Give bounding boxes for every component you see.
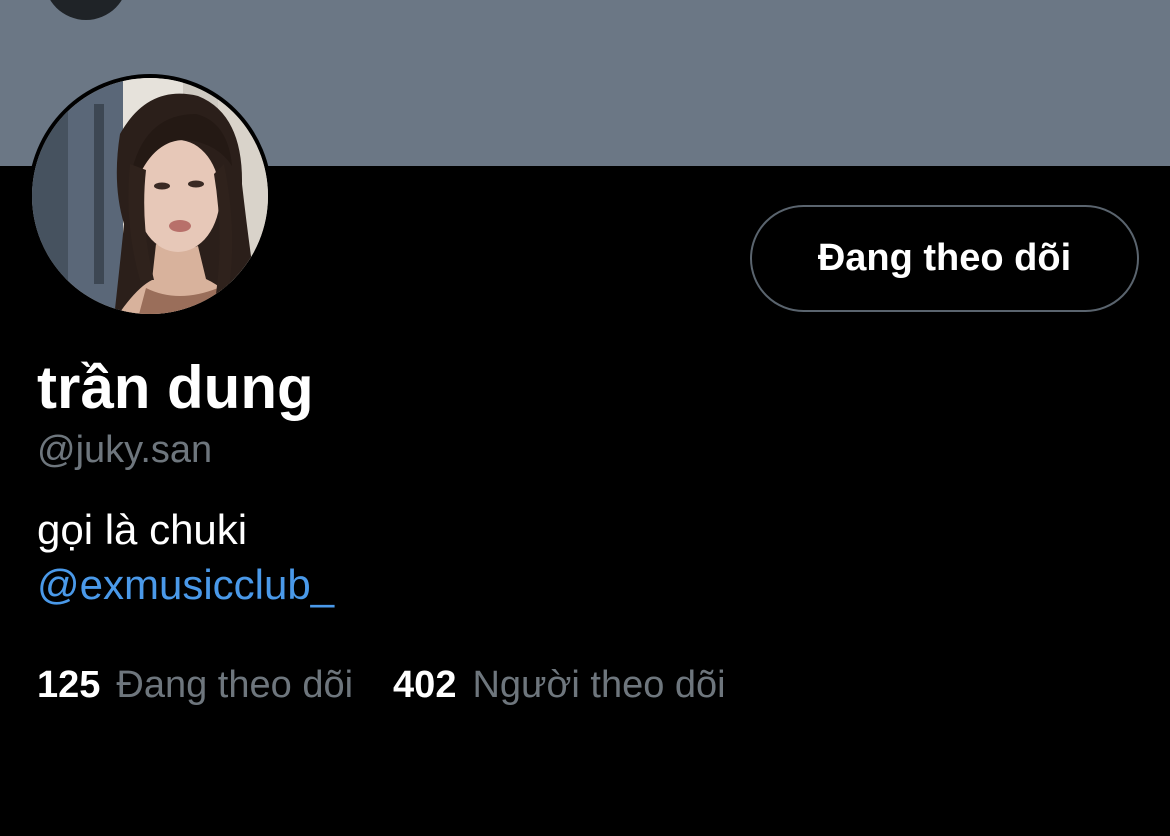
display-name: trần dung bbox=[37, 354, 314, 421]
avatar-photo bbox=[32, 78, 268, 314]
following-label: Đang theo dõi bbox=[116, 664, 354, 706]
followers-label: Người theo dõi bbox=[472, 664, 726, 706]
following-button-label: Đang theo dõi bbox=[817, 237, 1072, 279]
avatar[interactable] bbox=[28, 74, 272, 318]
following-button[interactable]: Đang theo dõi bbox=[750, 205, 1139, 312]
following-count: 125 bbox=[37, 664, 101, 706]
bio-mention-link[interactable]: @exmusicclub_ bbox=[37, 560, 334, 610]
followers-stat[interactable]: 402 Người theo dõi bbox=[393, 662, 726, 708]
following-stat[interactable]: 125 Đang theo dõi bbox=[37, 662, 353, 708]
bio-text: gọi là chuki bbox=[37, 506, 248, 553]
user-handle: @juky.san bbox=[37, 429, 213, 471]
follow-stats: 125 Đang theo dõi 402 Người theo dõi bbox=[37, 662, 726, 708]
back-button[interactable] bbox=[44, 0, 128, 20]
followers-count: 402 bbox=[393, 664, 457, 706]
